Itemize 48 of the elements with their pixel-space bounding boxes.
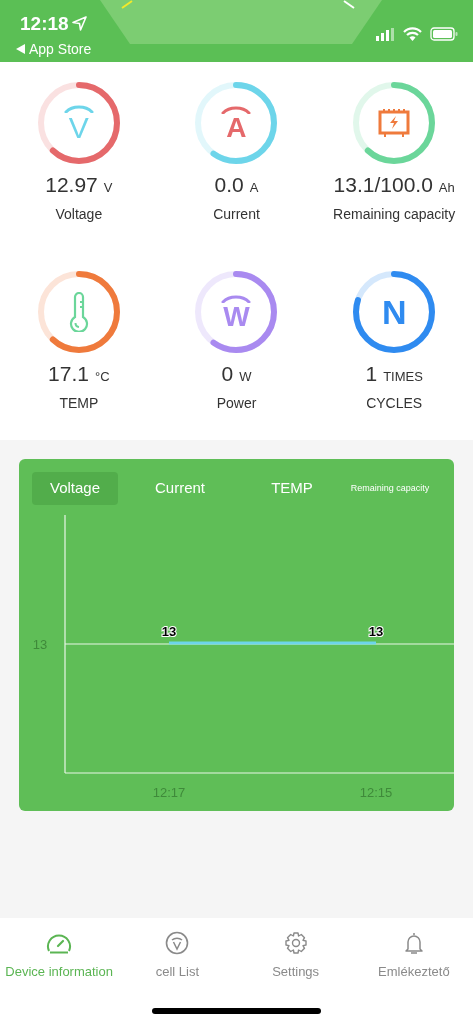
chart-tab[interactable]: Current — [118, 472, 242, 505]
gauge-value: 12.97 — [45, 174, 98, 195]
nav-tab[interactable]: Device information — [0, 930, 119, 1024]
unit-label: V — [103, 181, 113, 194]
unit-label: A — [249, 181, 259, 194]
unit-label: °C — [94, 370, 110, 383]
nav-tab[interactable]: Emlékeztető — [354, 930, 473, 1024]
nav-tab[interactable]: cell List — [118, 930, 237, 1024]
signal-icon — [376, 28, 394, 41]
symbol-letter: V — [68, 112, 89, 143]
nav-tab[interactable]: Settings — [236, 930, 355, 1024]
symbol-letter: N — [381, 295, 407, 329]
status-time: 12:18 — [20, 14, 69, 33]
settings-icon — [283, 931, 308, 955]
data-label: 13 — [161, 624, 177, 639]
gauge-icon — [46, 932, 73, 954]
gauge-value: 0 — [221, 363, 234, 384]
arc-icon — [63, 103, 94, 113]
gauge-value: 17.1 — [48, 363, 89, 384]
gauge-label: Voltage — [55, 205, 103, 224]
data-label: 13 — [368, 624, 384, 639]
wifi-icon — [403, 27, 422, 41]
arc-icon — [221, 104, 252, 114]
unit-label: W — [239, 370, 252, 383]
symbol-letter: W — [223, 302, 250, 331]
chart-tab[interactable]: TEMP — [242, 472, 342, 505]
chart-tab[interactable]: Remaining capacity — [342, 472, 438, 505]
back-link[interactable]: App Store — [16, 42, 92, 56]
gauge-label: CYCLES — [366, 394, 423, 413]
symbol-letter: A — [226, 113, 247, 142]
gauge-value: 13.1/100.0 — [333, 174, 433, 195]
arc-icon — [221, 293, 252, 303]
unit-label: Ah — [438, 181, 455, 194]
voltage-circle-icon — [165, 931, 190, 955]
gauge-label: Remaining capacity — [333, 205, 456, 224]
gauge-label: Power — [216, 394, 257, 413]
location-arrow-icon — [72, 16, 87, 31]
bell-icon — [402, 931, 425, 955]
back-arrow-icon — [16, 44, 25, 54]
gauge-label: Current — [213, 205, 260, 224]
gauge-value: 0.0 — [214, 174, 244, 195]
chart-tab[interactable]: Voltage — [32, 472, 118, 505]
battery-status-icon — [430, 27, 458, 41]
unit-label: TIMES — [383, 370, 423, 383]
gauge-label: TEMP — [59, 394, 99, 413]
gauge-value: 1 — [365, 363, 378, 384]
battery-icon — [377, 108, 412, 138]
thermometer-icon — [68, 292, 89, 332]
